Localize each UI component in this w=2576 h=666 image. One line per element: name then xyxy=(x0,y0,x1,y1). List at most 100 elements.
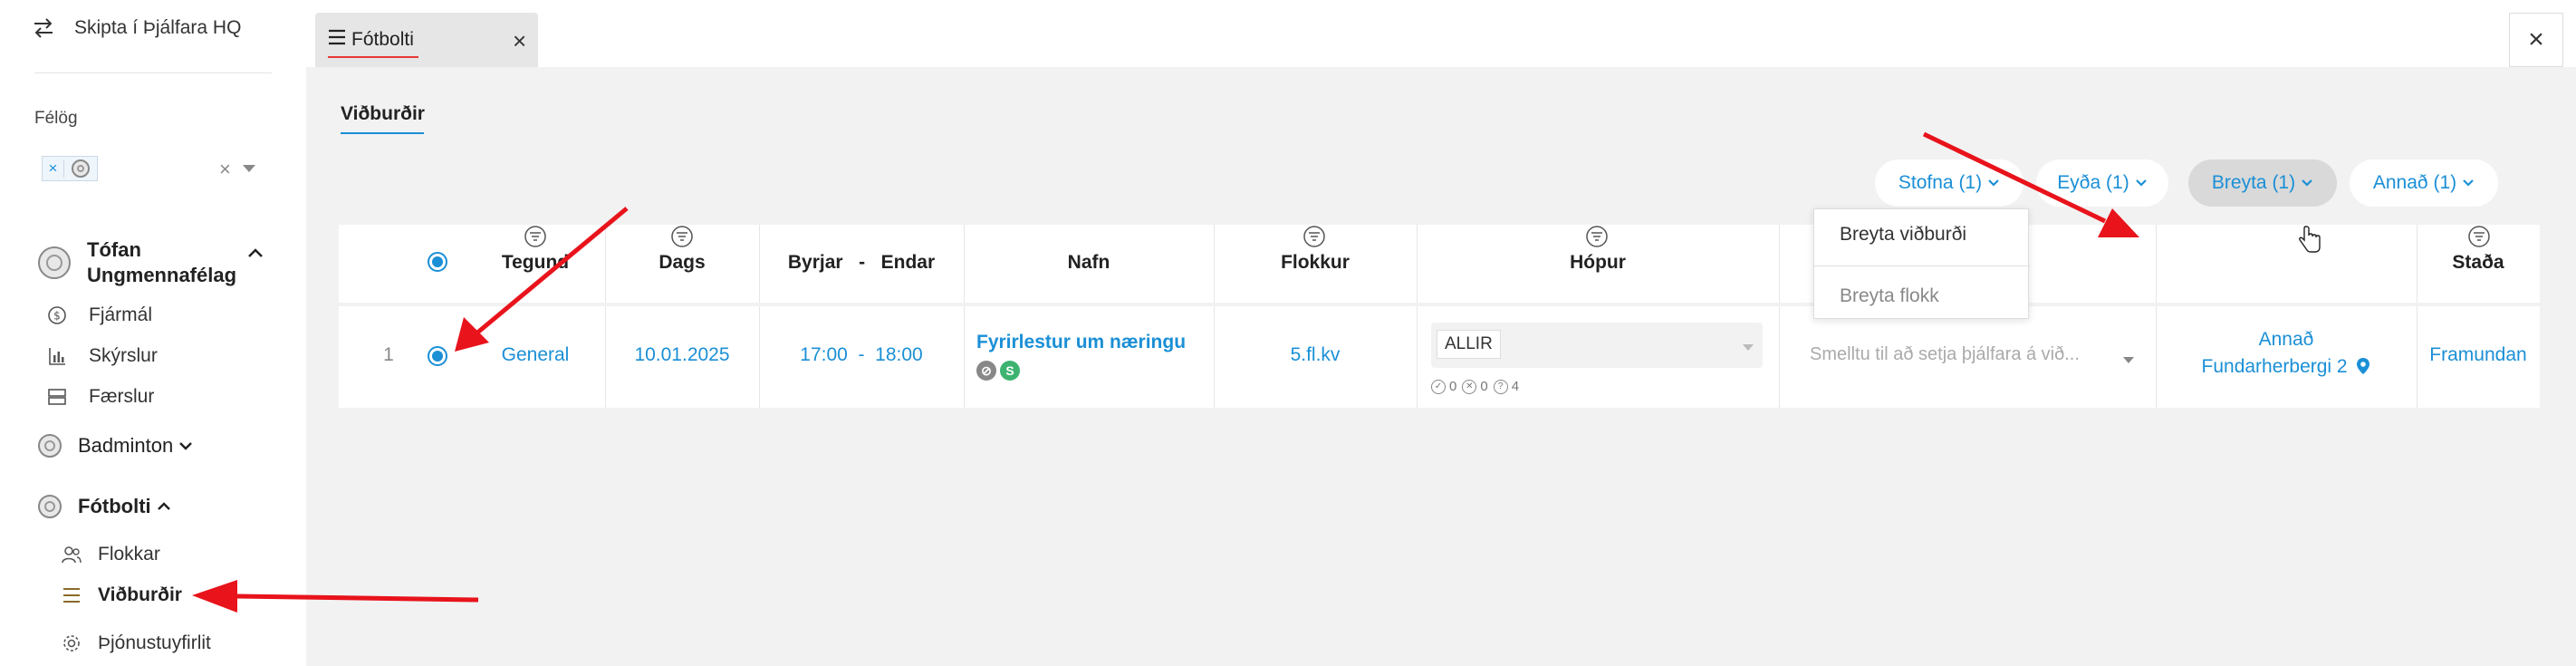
row-index: 1 xyxy=(383,344,394,365)
rows-icon xyxy=(48,389,66,405)
chevron-down-icon xyxy=(2135,179,2147,187)
eyda-button[interactable]: Eyða (1) xyxy=(2036,159,2168,207)
subtab-vidburdir[interactable]: Viðburðir xyxy=(341,103,425,125)
svg-text:$: $ xyxy=(53,310,61,323)
action-label: Eyða xyxy=(2057,172,2101,193)
menu-separator xyxy=(1814,265,2030,266)
cell-stadur[interactable]: Annað Fundarherbergi 2 xyxy=(2156,326,2417,381)
felog-dropdown-caret-icon[interactable] xyxy=(243,165,255,172)
cell-dash: - xyxy=(858,344,865,365)
table-row[interactable]: 1 General 10.01.2025 17:00 - 18:00 Fyrir… xyxy=(339,306,2540,408)
clear-selection-icon[interactable]: × xyxy=(219,158,231,181)
action-count: (1) xyxy=(2272,172,2296,193)
cell-tegund[interactable]: General xyxy=(466,344,605,366)
switch-to-coach-hq[interactable]: Skipta í Þjálfara HQ xyxy=(33,13,241,43)
sidebar-item-label: Þjónustuyfirlit xyxy=(98,632,211,653)
club-badminton[interactable]: Badminton xyxy=(38,433,193,458)
question-circle-icon: ? xyxy=(1493,379,1508,394)
sidebar-item-faerslur[interactable]: Færslur xyxy=(47,386,154,408)
hopur-value: ALLIR xyxy=(1437,330,1501,359)
hand-cursor-icon xyxy=(2299,226,2321,253)
col-separator xyxy=(964,306,965,408)
club-name-line1: Tófan xyxy=(87,238,141,261)
stat-yes: 0 xyxy=(1449,379,1457,394)
felog-select[interactable]: × × xyxy=(34,147,261,183)
hopur-select[interactable]: ALLIR xyxy=(1431,323,1763,368)
filter-icon[interactable] xyxy=(1585,225,1609,248)
menu-item-breyta-vidburdi[interactable]: Breyta viðburði xyxy=(1840,224,1966,246)
tab-underline xyxy=(328,56,418,58)
tab-fotbolti[interactable]: Fótbolti × xyxy=(315,13,538,67)
sidebar-item-label: Færslur xyxy=(89,386,155,407)
club-fotbolti[interactable]: Fótbolti xyxy=(38,494,171,519)
cell-byrjar: 17:00 xyxy=(800,344,848,365)
cell-time[interactable]: 17:00 - 18:00 xyxy=(759,344,964,366)
check-circle-icon: ✓ xyxy=(1431,379,1446,394)
filter-icon[interactable] xyxy=(2467,225,2491,248)
club-logo-icon xyxy=(38,495,62,518)
action-count: (1) xyxy=(2433,172,2457,193)
club-name-line2: Ungmennafélag xyxy=(87,264,237,286)
users-icon xyxy=(62,546,82,564)
nafn-badges: ⊘ S xyxy=(976,361,1024,381)
header-tegund: Tegund xyxy=(501,252,570,273)
chevron-up-icon[interactable] xyxy=(157,501,171,512)
sidebar-item-label: Skýrslur xyxy=(89,345,158,366)
club-logo-icon xyxy=(38,434,62,458)
events-table: Tegund Dags Byrjar - Endar Nafn Flokkur … xyxy=(339,225,2540,408)
filter-icon[interactable] xyxy=(1302,225,1326,248)
stat-unknown: 4 xyxy=(1511,379,1520,394)
s-badge: S xyxy=(1000,361,1020,381)
window-close-button[interactable]: × xyxy=(2509,13,2563,67)
switch-label: Skipta í Þjálfara HQ xyxy=(74,17,242,38)
sidebar-item-flokkar[interactable]: Flokkar xyxy=(62,544,160,565)
header-byrjar: Byrjar xyxy=(787,252,843,273)
chevron-down-icon xyxy=(1743,344,1754,351)
cell-endar: 18:00 xyxy=(875,344,923,365)
club-logo-icon xyxy=(72,159,90,178)
cell-stada[interactable]: Framundan xyxy=(2417,344,2540,366)
tab-close-button[interactable]: × xyxy=(513,27,526,55)
sidebar-item-vidburdir[interactable]: Viðburðir xyxy=(62,584,182,606)
breyta-dropdown-menu: Breyta viðburði Breyta flokk xyxy=(1813,208,2030,319)
action-label: Breyta xyxy=(2211,172,2267,193)
header-flokkur: Flokkur xyxy=(1281,252,1350,273)
header-stada: Staða xyxy=(2452,252,2504,273)
chip-remove-button[interactable]: × xyxy=(43,159,64,178)
sidebar-item-label: Flokkar xyxy=(98,544,160,565)
cell-nafn[interactable]: Fyrirlestur um næringu xyxy=(976,332,1186,353)
cell-dags[interactable]: 10.01.2025 xyxy=(605,344,759,366)
header-dags: Dags xyxy=(658,252,706,273)
action-count: (1) xyxy=(2106,172,2129,193)
gear-icon xyxy=(63,635,80,652)
filter-icon[interactable] xyxy=(670,225,694,248)
header-dash: - xyxy=(859,252,866,273)
chevron-up-icon[interactable] xyxy=(247,247,264,258)
table-header: Tegund Dags Byrjar - Endar Nafn Flokkur … xyxy=(339,225,2540,303)
stofna-button[interactable]: Stofna (1) xyxy=(1875,159,2023,207)
select-all-radio[interactable] xyxy=(428,252,447,272)
sidebar-item-label: Viðburðir xyxy=(98,584,182,605)
sidebar-item-label: Fjármál xyxy=(89,304,153,325)
stadur-line2: Fundarherbergi 2 xyxy=(2201,356,2348,377)
chevron-down-icon xyxy=(2463,179,2474,187)
sidebar-item-thjonustuyfirlit[interactable]: Þjónustuyfirlit xyxy=(62,632,211,654)
chevron-down-icon xyxy=(2302,179,2312,187)
cell-flokkur[interactable]: 5.fl.kv xyxy=(1214,344,1417,366)
chevron-down-icon[interactable] xyxy=(178,440,193,451)
chevron-down-icon[interactable] xyxy=(2123,357,2134,363)
menu-icon xyxy=(329,29,345,45)
breyta-button[interactable]: Breyta (1) xyxy=(2188,159,2337,207)
sidebar-item-fjarmal[interactable]: $ Fjármál xyxy=(47,304,152,326)
link-icon: ⊘ xyxy=(976,361,996,381)
chevron-down-icon xyxy=(1988,179,1999,187)
menu-item-breyta-flokk[interactable]: Breyta flokk xyxy=(1840,285,1939,307)
club-name: Fótbolti xyxy=(78,495,151,517)
annad-button[interactable]: Annað (1) xyxy=(2350,159,2498,207)
club-tofan[interactable]: Tófan Ungmennafélag xyxy=(38,237,264,288)
filter-icon[interactable] xyxy=(524,225,547,248)
felog-label: Félög xyxy=(34,109,78,128)
thjalfarar-select[interactable]: Smelltu til að setja þjálfara á við... xyxy=(1810,344,2080,365)
row-select-radio[interactable] xyxy=(428,346,447,366)
sidebar-item-skyrslur[interactable]: Skýrslur xyxy=(47,345,158,367)
